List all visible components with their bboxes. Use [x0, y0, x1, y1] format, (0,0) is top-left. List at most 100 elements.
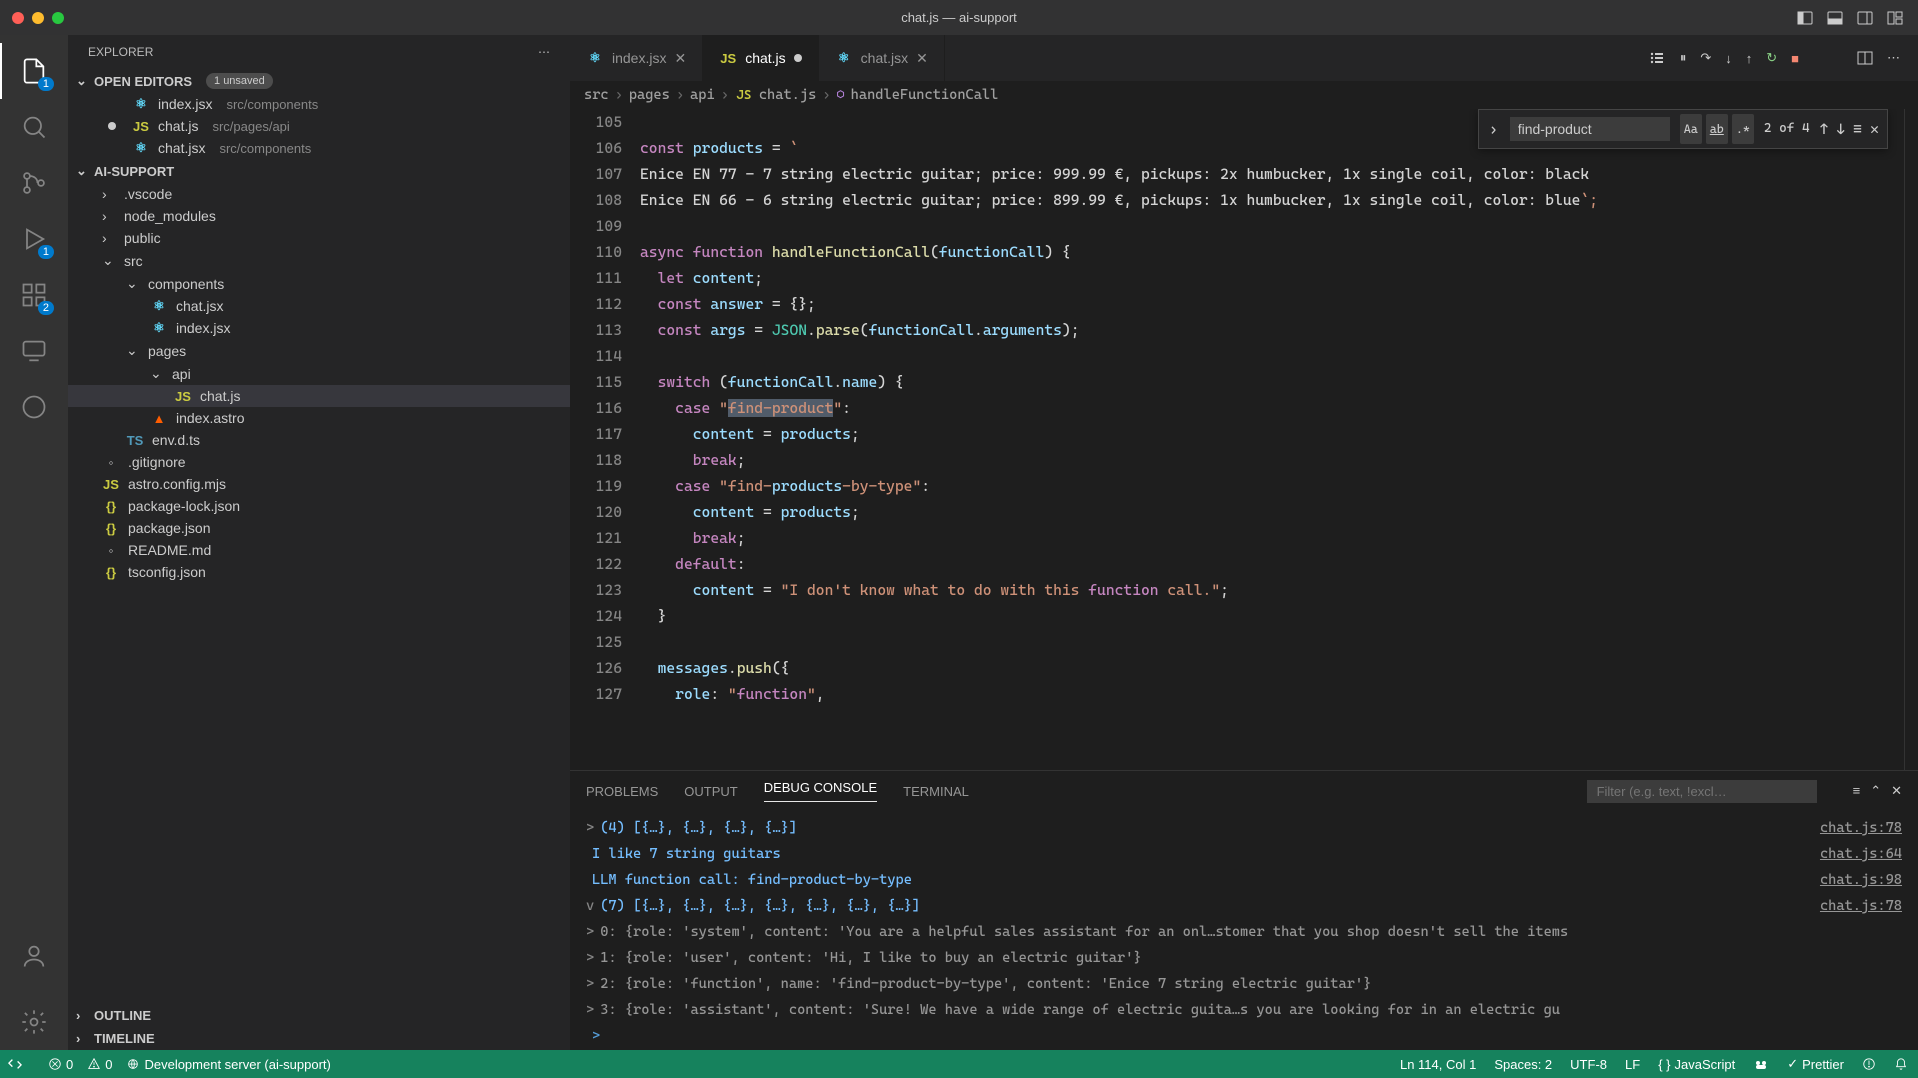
panel-tab-terminal[interactable]: TERMINAL [903, 784, 969, 799]
file-item[interactable]: JSastro.config.mjs [68, 473, 570, 495]
file-item[interactable]: {}package.json [68, 517, 570, 539]
status-eol[interactable]: LF [1625, 1057, 1640, 1072]
outline-section[interactable]: › OUTLINE [68, 1004, 570, 1027]
close-tab-icon[interactable]: ✕ [916, 50, 928, 67]
status-bell-icon[interactable] [1894, 1057, 1908, 1071]
status-errors[interactable]: 0 [48, 1057, 73, 1072]
status-copilot-icon[interactable] [1753, 1056, 1769, 1072]
console-line[interactable]: >0: {role: 'system', content: 'You are a… [586, 919, 1902, 945]
console-line[interactable]: LLM function call: find-product-by-typec… [586, 867, 1902, 893]
close-tab-icon[interactable]: ✕ [674, 50, 686, 67]
step-out-icon[interactable]: ↑ [1746, 51, 1753, 66]
run-icon[interactable] [1650, 50, 1666, 66]
activity-account[interactable] [0, 928, 68, 984]
split-editor-icon[interactable] [1857, 50, 1873, 66]
find-next-icon[interactable]: ↓ [1836, 116, 1845, 142]
pause-icon[interactable]: ⏸ [1680, 50, 1687, 66]
status-prettier[interactable]: ✓ Prettier [1787, 1056, 1844, 1072]
status-spaces[interactable]: Spaces: 2 [1494, 1057, 1552, 1072]
file-item[interactable]: JSchat.js [68, 385, 570, 407]
minimize-window[interactable] [32, 12, 44, 24]
file-item[interactable]: ▲index.astro [68, 407, 570, 429]
editor-tab[interactable]: ⚛chat.jsx✕ [819, 35, 945, 81]
activity-remote[interactable] [0, 323, 68, 379]
console-source-link[interactable]: chat.js:78 [1820, 893, 1902, 919]
stop-icon[interactable]: ■ [1791, 51, 1799, 66]
step-over-icon[interactable]: ↷ [1700, 50, 1711, 66]
debug-console-output[interactable]: >(4) [{…}, {…}, {…}, {…}]chat.js:78I lik… [570, 811, 1918, 1050]
activity-extra[interactable] [0, 379, 68, 435]
maximize-window[interactable] [52, 12, 64, 24]
console-source-link[interactable]: chat.js:64 [1820, 841, 1902, 867]
console-source-link[interactable]: chat.js:78 [1820, 815, 1902, 841]
open-editor-item[interactable]: ⚛chat.jsxsrc/components [68, 137, 570, 159]
file-item[interactable]: ◦.gitignore [68, 451, 570, 473]
explorer-more-icon[interactable]: ⋯ [538, 45, 550, 59]
open-editor-item[interactable]: JSchat.jssrc/pages/api [68, 115, 570, 137]
panel-close-icon[interactable]: ✕ [1891, 783, 1902, 799]
file-item[interactable]: {}tsconfig.json [68, 561, 570, 583]
remote-indicator[interactable] [0, 1050, 30, 1078]
console-prompt[interactable]: > [586, 1023, 1902, 1049]
panel-toggle-right-icon[interactable] [1854, 7, 1876, 29]
folder-item[interactable]: ›public [68, 227, 570, 249]
breadcrumbs[interactable]: src› pages› api› JS chat.js› ⬡ handleFun… [570, 81, 1918, 109]
timeline-section[interactable]: › TIMELINE [68, 1027, 570, 1050]
console-line[interactable]: v(7) [{…}, {…}, {…}, {…}, {…}, {…}, {…}]… [586, 893, 1902, 919]
activity-debug[interactable]: 1 [0, 211, 68, 267]
panel-tab-debug-console[interactable]: DEBUG CONSOLE [764, 780, 877, 802]
folder-item[interactable]: ⌄components [68, 272, 570, 295]
console-line[interactable]: >3: {role: 'assistant', content: 'Sure! … [586, 997, 1902, 1023]
panel-tab-output[interactable]: OUTPUT [684, 784, 737, 799]
find-close-icon[interactable]: ✕ [1870, 116, 1879, 142]
open-editor-item[interactable]: ⚛index.jsxsrc/components [68, 93, 570, 115]
find-prev-icon[interactable]: ↑ [1820, 116, 1829, 142]
editor-tab[interactable]: ⚛index.jsx✕ [570, 35, 703, 81]
folder-item[interactable]: ›node_modules [68, 205, 570, 227]
console-source-link[interactable]: chat.js:98 [1820, 867, 1902, 893]
folder-item[interactable]: ›.vscode [68, 183, 570, 205]
file-item[interactable]: ⚛chat.jsx [68, 295, 570, 317]
panel-toggle-bottom-icon[interactable] [1824, 7, 1846, 29]
status-language[interactable]: { } JavaScript [1658, 1057, 1735, 1072]
regex-icon[interactable]: .* [1732, 114, 1754, 144]
close-window[interactable] [12, 12, 24, 24]
restart-icon[interactable]: ↻ [1766, 50, 1777, 66]
activity-settings[interactable] [0, 994, 68, 1050]
activity-explorer[interactable]: 1 [0, 43, 68, 99]
console-line[interactable]: >(4) [{…}, {…}, {…}, {…}]chat.js:78 [586, 815, 1902, 841]
file-item[interactable]: TSenv.d.ts [68, 429, 570, 451]
find-selection-icon[interactable]: ≡ [1853, 116, 1862, 142]
status-warnings[interactable]: 0 [87, 1057, 112, 1072]
activity-search[interactable] [0, 99, 68, 155]
activity-extensions[interactable]: 2 [0, 267, 68, 323]
status-dev-server[interactable]: Development server (ai-support) [126, 1057, 330, 1072]
panel-tab-problems[interactable]: PROBLEMS [586, 784, 658, 799]
find-input[interactable] [1510, 117, 1670, 141]
folder-item[interactable]: ⌄src [68, 249, 570, 272]
step-into-icon[interactable]: ↓ [1725, 51, 1732, 66]
panel-filter-input[interactable] [1587, 780, 1817, 803]
editor-tab[interactable]: JSchat.js [703, 35, 818, 81]
file-item[interactable]: ⚛index.jsx [68, 317, 570, 339]
status-cursor[interactable]: Ln 114, Col 1 [1400, 1057, 1476, 1072]
status-encoding[interactable]: UTF-8 [1570, 1057, 1607, 1072]
open-editors-section[interactable]: ⌄ OPEN EDITORS 1 unsaved [68, 69, 570, 93]
panel-clear-icon[interactable]: ≡ [1853, 783, 1861, 799]
customize-layout-icon[interactable] [1884, 7, 1906, 29]
minimap[interactable] [1904, 109, 1918, 770]
match-word-icon[interactable]: ab [1706, 114, 1728, 144]
console-line[interactable]: >1: {role: 'user', content: 'Hi, I like … [586, 945, 1902, 971]
find-toggle-replace-icon[interactable]: › [1487, 114, 1500, 144]
panel-toggle-left-icon[interactable] [1794, 7, 1816, 29]
code-editor[interactable]: › Aa ab .* 2 of 4 ↑ ↓ ≡ ✕ 10510610710810… [570, 109, 1918, 770]
status-feedback-icon[interactable] [1862, 1057, 1876, 1071]
console-line[interactable]: >2: {role: 'function', name: 'find-produ… [586, 971, 1902, 997]
more-actions-icon[interactable]: ⋯ [1887, 50, 1900, 66]
folder-item[interactable]: ⌄api [68, 362, 570, 385]
file-item[interactable]: {}package-lock.json [68, 495, 570, 517]
match-case-icon[interactable]: Aa [1680, 114, 1702, 144]
folder-item[interactable]: ⌄pages [68, 339, 570, 362]
console-line[interactable]: I like 7 string guitarschat.js:64 [586, 841, 1902, 867]
code-content[interactable]: const products = `Enice EN 77 - 7 string… [640, 109, 1904, 770]
